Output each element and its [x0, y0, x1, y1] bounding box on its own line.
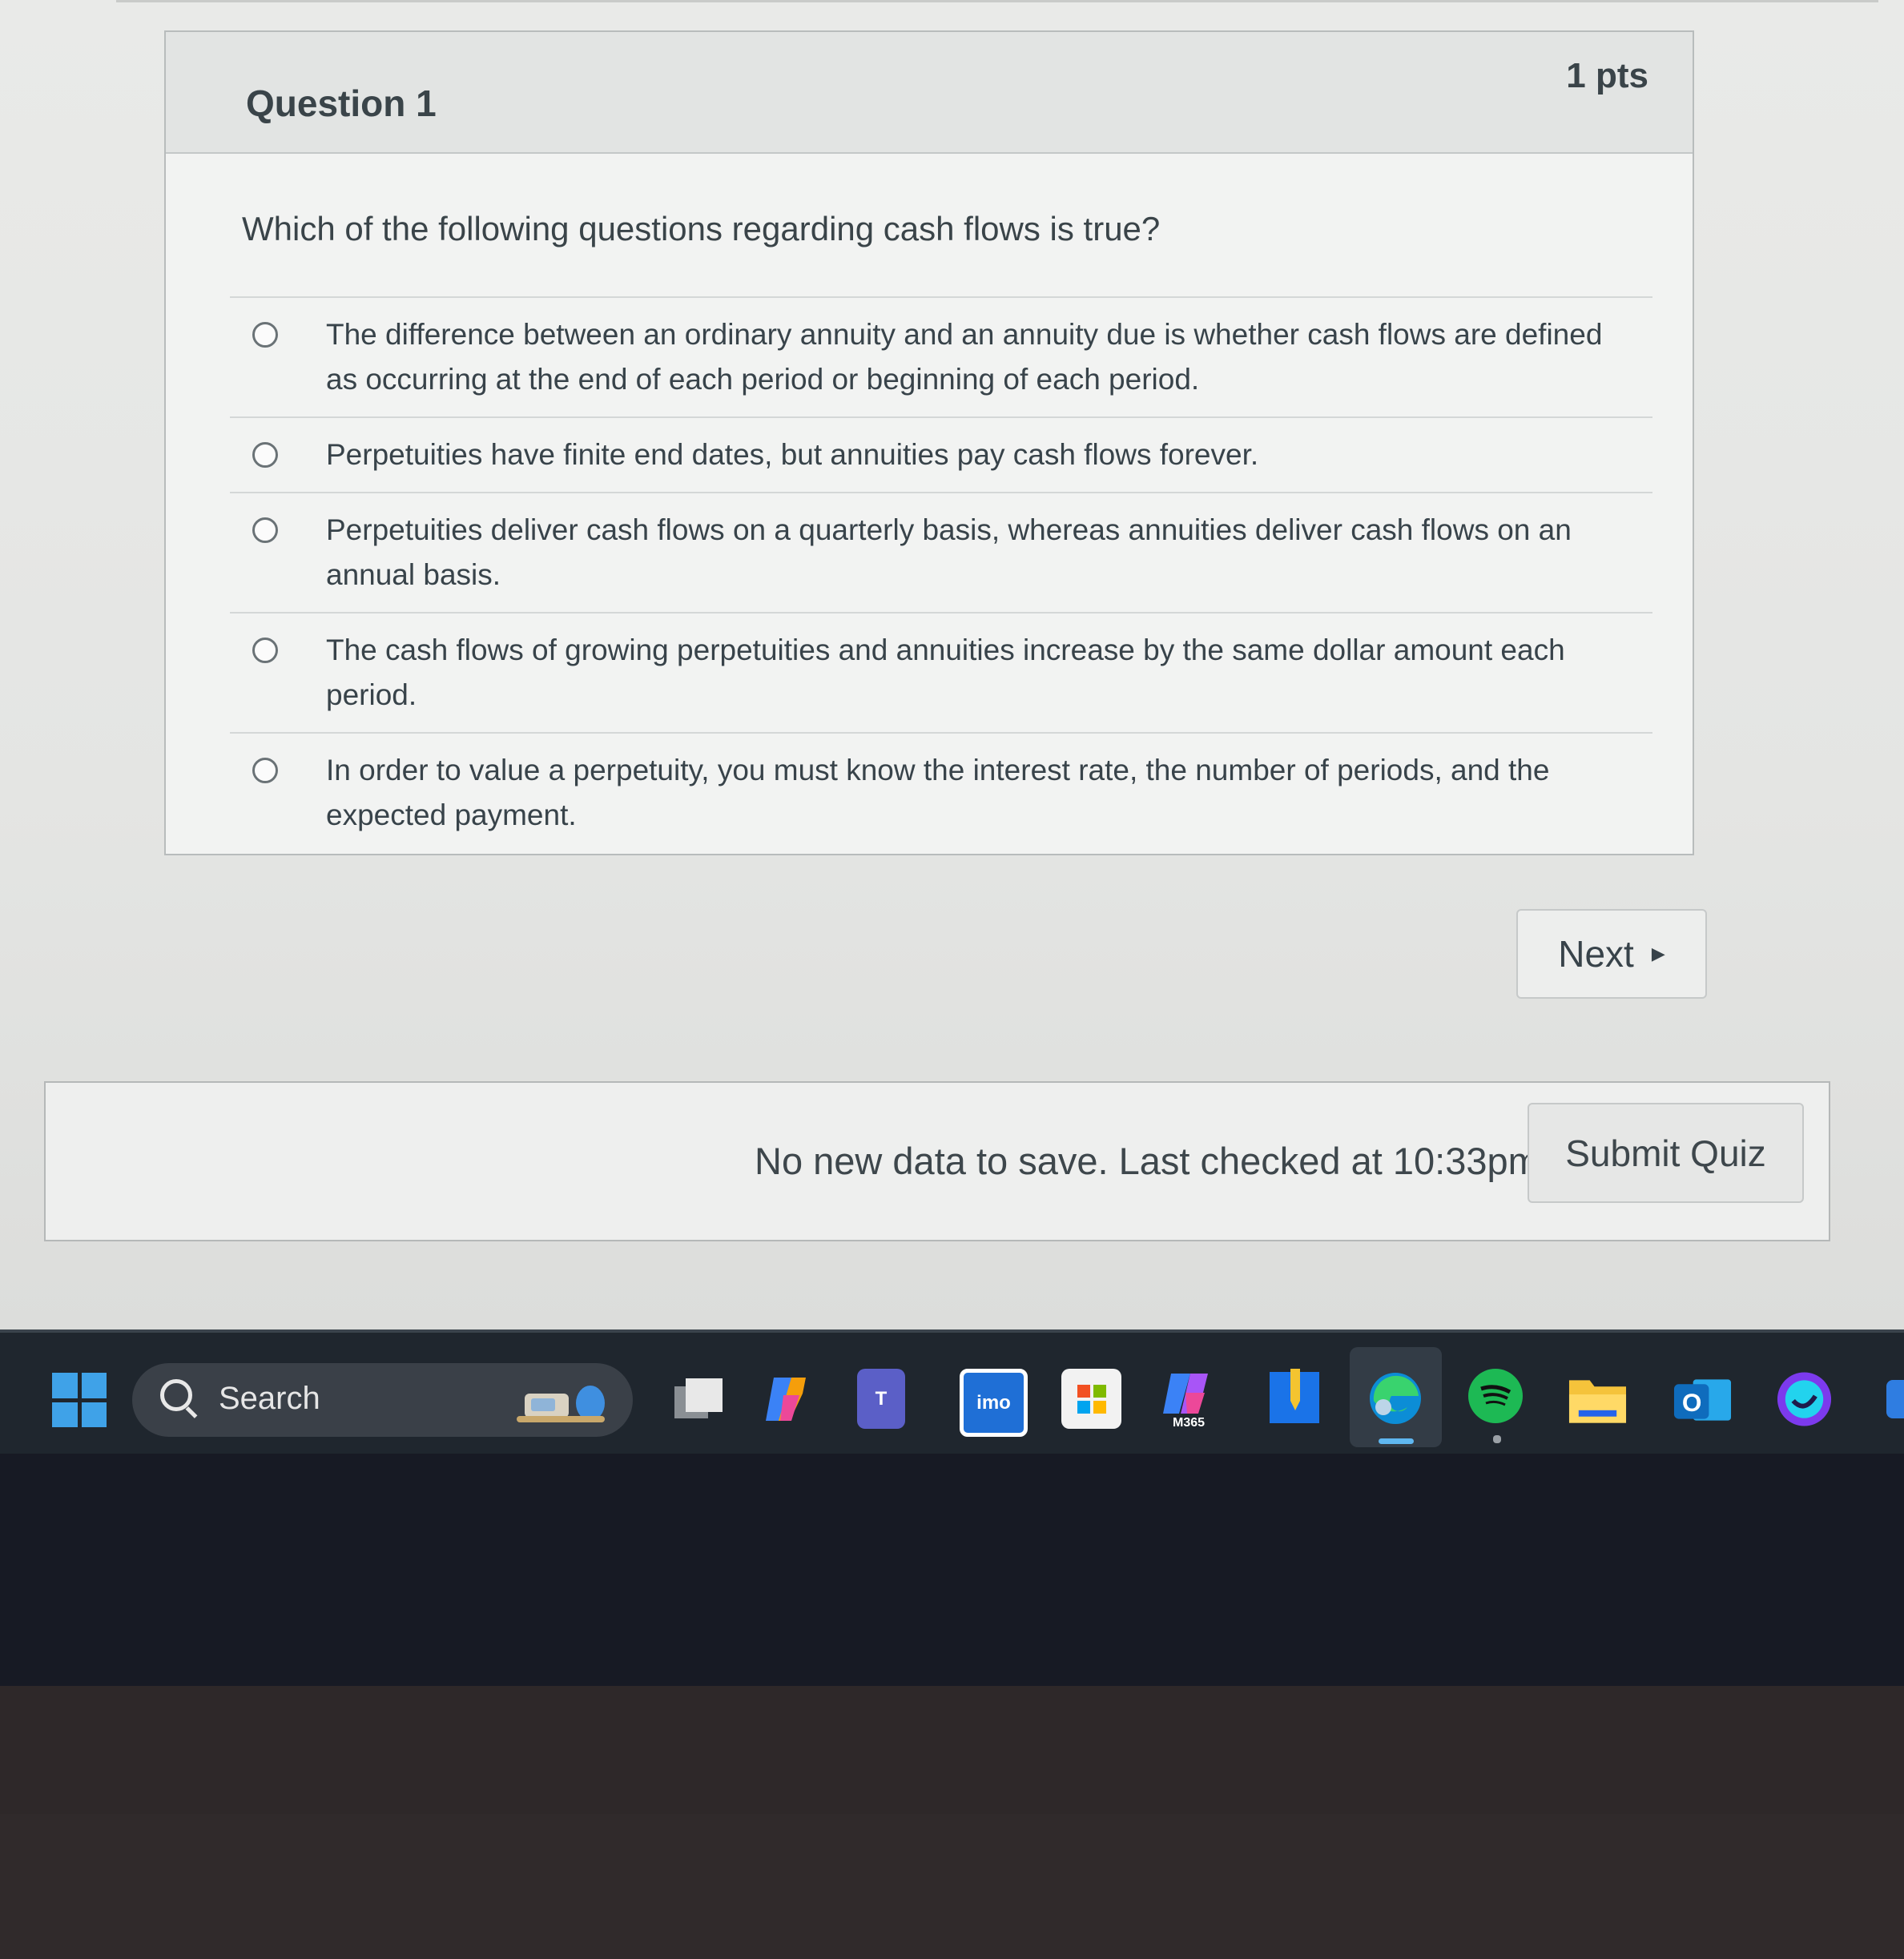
browser-viewport: Question 1 1 pts Which of the following … — [0, 0, 1904, 1329]
save-status: No new data to save. Last checked at 10:… — [755, 1140, 1540, 1182]
question-points: 1 pts — [1566, 56, 1648, 95]
teams-icon[interactable]: T — [857, 1369, 905, 1429]
divider — [116, 0, 1878, 2]
answer-label: Perpetuities have finite end dates, but … — [326, 438, 1259, 471]
store-icon[interactable] — [1061, 1369, 1121, 1429]
taskbar-search[interactable]: Search — [132, 1363, 633, 1437]
answer-label: The cash flows of growing perpetuities a… — [326, 634, 1565, 711]
search-label: Search — [219, 1381, 320, 1416]
monitor-bezel — [0, 1454, 1904, 1686]
app-icon-partial[interactable] — [1878, 1369, 1904, 1429]
radio-button[interactable] — [252, 322, 278, 348]
running-indicator — [1493, 1435, 1501, 1443]
answer-option[interactable]: Perpetuities have finite end dates, but … — [230, 416, 1652, 492]
m365-label: M365 — [1173, 1416, 1205, 1429]
desk-surface-lower — [0, 1814, 1904, 1959]
question-card: Question 1 1 pts Which of the following … — [164, 30, 1694, 855]
notes-icon[interactable] — [1264, 1369, 1324, 1429]
imo-label: imo — [976, 1391, 1011, 1414]
edge-dev-icon[interactable] — [1774, 1369, 1834, 1429]
answer-option[interactable]: In order to value a perpetuity, you must… — [230, 732, 1652, 852]
spotify-icon[interactable] — [1468, 1369, 1523, 1423]
edge-icon[interactable] — [1366, 1369, 1426, 1429]
answer-option[interactable]: The cash flows of growing perpetuities a… — [230, 612, 1652, 732]
active-indicator — [1379, 1438, 1414, 1444]
radio-button[interactable] — [252, 442, 278, 468]
answer-label: The difference between an ordinary annui… — [326, 318, 1603, 396]
copilot-icon[interactable] — [757, 1369, 817, 1429]
radio-button[interactable] — [252, 638, 278, 663]
submit-quiz-button[interactable]: Submit Quiz — [1528, 1103, 1804, 1203]
answer-option[interactable]: The difference between an ordinary annui… — [230, 296, 1652, 416]
outlook-icon[interactable]: O — [1673, 1369, 1733, 1429]
question-header: Question 1 1 pts — [166, 32, 1693, 154]
answer-label: In order to value a perpetuity, you must… — [326, 754, 1550, 831]
file-explorer-icon[interactable] — [1568, 1369, 1628, 1429]
desk-surface — [0, 1686, 1904, 1814]
search-highlight-icon — [517, 1386, 605, 1422]
next-label: Next — [1558, 933, 1634, 975]
next-button[interactable]: Next ▶ — [1516, 909, 1707, 999]
quiz-footer: No new data to save. Last checked at 10:… — [44, 1081, 1830, 1241]
outlook-letter: O — [1682, 1387, 1702, 1416]
windows-start-icon[interactable] — [52, 1373, 107, 1427]
caret-right-icon: ▶ — [1651, 943, 1665, 963]
question-text: Which of the following questions regardi… — [242, 210, 1161, 247]
radio-button[interactable] — [252, 758, 278, 783]
answer-list: The difference between an ordinary annui… — [230, 296, 1652, 852]
answer-option[interactable]: Perpetuities deliver cash flows on a qua… — [230, 492, 1652, 612]
task-view-icon[interactable] — [669, 1369, 729, 1429]
radio-button[interactable] — [252, 517, 278, 543]
taskbar: Search T imo M365 O — [0, 1329, 1904, 1457]
teams-letter: T — [875, 1387, 888, 1410]
m365-icon[interactable]: M365 — [1161, 1369, 1222, 1429]
question-title: Question 1 — [246, 82, 437, 124]
search-icon — [160, 1379, 192, 1411]
answer-label: Perpetuities deliver cash flows on a qua… — [326, 513, 1572, 591]
imo-icon[interactable]: imo — [960, 1369, 1028, 1437]
